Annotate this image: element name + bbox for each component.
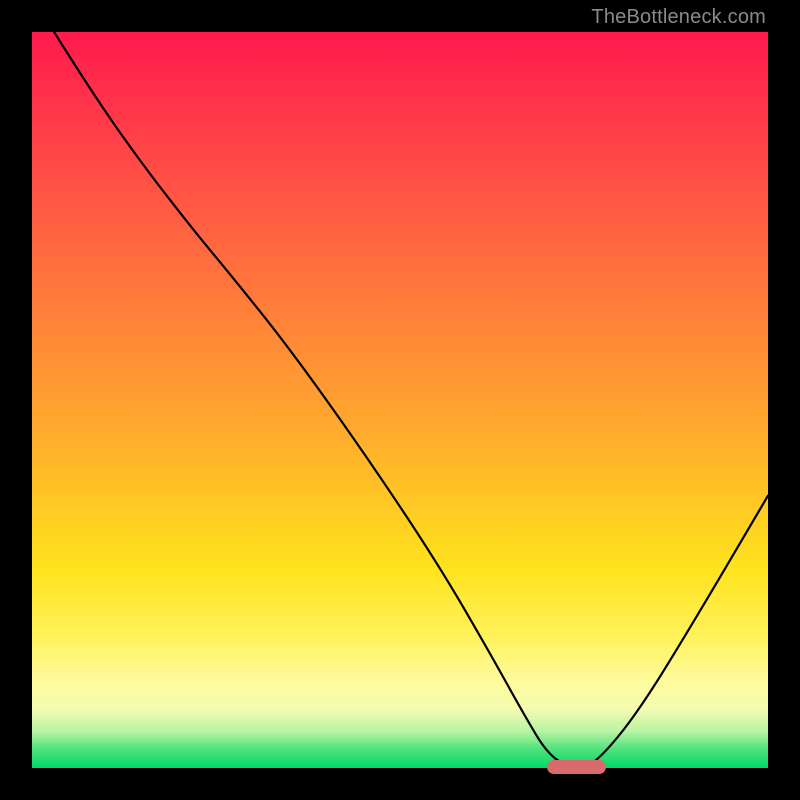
chart-frame: TheBottleneck.com [0,0,800,800]
watermark-text: TheBottleneck.com [591,6,766,29]
bottleneck-curve [32,32,768,768]
optimal-zone-marker [547,760,606,774]
chart-plot-area [32,32,768,768]
